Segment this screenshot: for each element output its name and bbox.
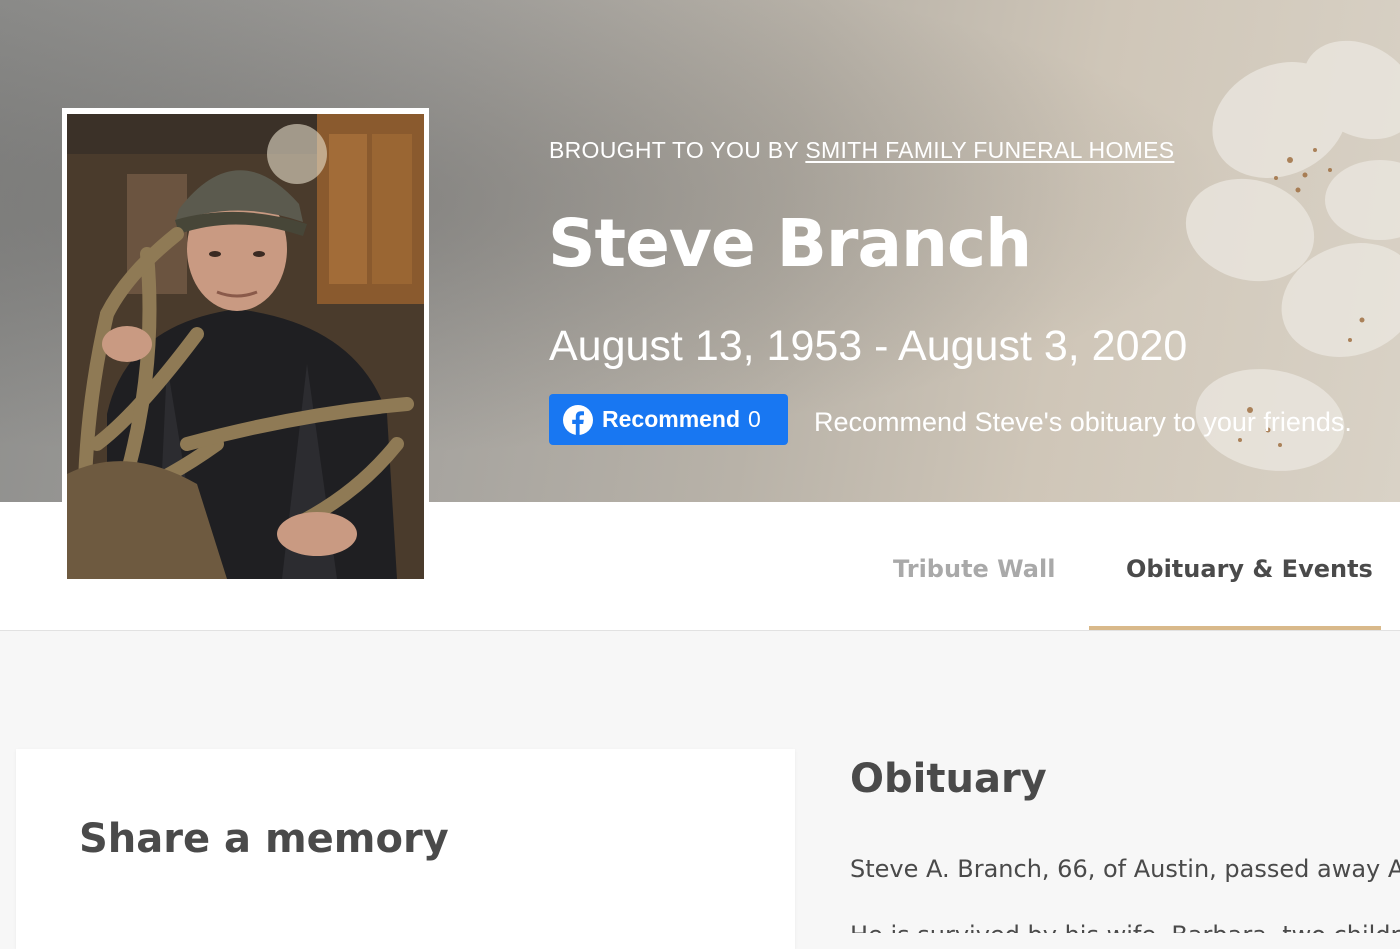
tab-obituary-events[interactable]: Obituary & Events — [1126, 555, 1373, 583]
life-dates: August 13, 1953 - August 3, 2020 — [549, 322, 1188, 370]
obituary-text: Steve A. Branch, 66, of Austin, passed a… — [850, 855, 1400, 883]
recommend-label: Recommend — [602, 406, 741, 432]
funeral-home-link[interactable]: SMITH FAMILY FUNERAL HOMES — [805, 137, 1174, 163]
facebook-recommend-button[interactable]: Recommend 0 — [549, 394, 788, 445]
share-memory-title: Share a memory — [79, 816, 449, 862]
active-tab-indicator — [1089, 626, 1381, 630]
brought-by-prefix: BROUGHT TO YOU BY — [549, 137, 799, 163]
portrait-photo — [67, 114, 424, 579]
obituary-line-2: He is survived by his wife, Barbara, two… — [850, 921, 1400, 933]
recommend-prompt: Recommend Steve's obituary to your frien… — [814, 407, 1352, 437]
obituary-text-continued: He is survived by his wife, Barbara, two… — [850, 921, 1400, 933]
recommend-count: 0 — [748, 406, 761, 432]
obituary-heading: Obituary — [850, 756, 1047, 802]
tab-tribute-wall[interactable]: Tribute Wall — [893, 555, 1055, 583]
facebook-icon — [563, 404, 593, 435]
brought-by-line: BROUGHT TO YOU BY SMITH FAMILY FUNERAL H… — [549, 137, 1174, 164]
deceased-name: Steve Branch — [548, 205, 1032, 282]
portrait-frame — [62, 108, 429, 583]
